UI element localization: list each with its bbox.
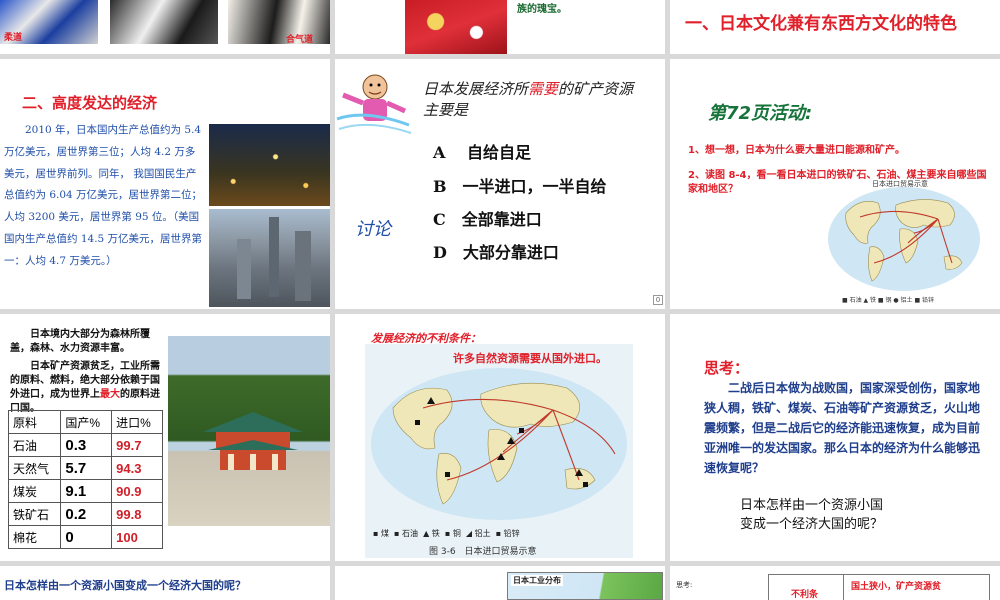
table-cell-domestic: 0.3 <box>60 433 113 457</box>
table-cell-domestic: 0 <box>60 525 113 549</box>
table-row: 煤炭 9.1 90.9 <box>7 479 163 503</box>
resources-mineral-text: 日本矿产资源贫乏，工业所需的原料、燃料，绝大部分依赖于国外进口，成为世界上最大的… <box>10 360 168 416</box>
table-row: 石油 0.3 99.7 <box>7 433 163 457</box>
judo-photo-middle <box>110 0 218 44</box>
slide-culture: 一、日本文化兼有东西方文化的特色 <box>670 0 1000 54</box>
kimono-photo <box>405 0 507 54</box>
table-cell-material: 铁矿石 <box>7 502 62 526</box>
industry-map-title: 日本工业分布 <box>511 575 563 586</box>
table-cell-import: 99.8 <box>111 502 163 526</box>
option-b[interactable]: B 一半进口，一半自给 <box>433 173 607 197</box>
culture-title: 一、日本文化兼有东西方文化的特色 <box>685 14 957 34</box>
table-cell-material: 煤炭 <box>7 479 62 503</box>
import-trade-map-small <box>828 187 980 291</box>
table-cell-import: 99.7 <box>111 433 163 457</box>
table-row: 天然气 5.7 94.3 <box>7 456 163 480</box>
table-cell-domestic: 0.2 <box>60 502 113 526</box>
transformation-question: 日本怎样由一个资源小国变成一个经济大国的呢？ <box>4 579 246 592</box>
slide-unfavorable: 发展经济的不利条件： 许多自然资源需要从国外进口。 ▪ 煤 ▪ 石油 ▲ 铁 ▪… <box>335 314 665 561</box>
mineral-keyword: 最大 <box>100 389 120 400</box>
judo-caption: 柔道 <box>4 33 23 43</box>
slide-economy: 二、高度发达的经济 2010 年，日本国内生产总值约为 5.4 万亿美元，居世界… <box>0 59 330 309</box>
question-keyword: 需要 <box>528 80 559 98</box>
slide-resources: 日本境内大部分为森林所覆盖，森林、水力资源丰富。 日本矿产资源贫乏，工业所需的原… <box>0 314 330 561</box>
table-row: 棉花 0 100 <box>7 525 163 549</box>
treasure-text: 族的瑰宝。 <box>517 4 567 15</box>
table-cell-material: 天然气 <box>7 456 62 480</box>
activity-question-1: 1、想一想，日本为什么要大量进口能源和矿产。 <box>688 145 905 156</box>
map-caption: 图 3-6 日本进口贸易示意 <box>429 547 537 557</box>
city-night-photo <box>209 124 330 206</box>
activity-title: 第72页活动: <box>708 103 813 124</box>
table-header: 国产% <box>60 410 113 434</box>
discussion-question: 日本发展经济所需要的矿产资源主要是 <box>423 79 638 121</box>
resources-forest-text: 日本境内大部分为森林所覆盖，森林、水力资源丰富。 <box>10 329 150 354</box>
thinking-question-line-1: 日本怎样由一个资源小国 <box>740 498 884 513</box>
compare-divider <box>843 575 844 600</box>
table-cell-domestic: 5.7 <box>60 456 113 480</box>
ore-import-table: 原料 国产% 进口% 石油 0.3 99.7 天然气 5.7 94.3 煤炭 9… <box>7 410 163 549</box>
compare-cell-right: 国土狭小，矿产资源贫 <box>851 582 942 592</box>
aikido-photo <box>228 0 330 44</box>
compare-table: 不利条 国土狭小，矿产资源贫 <box>768 574 990 600</box>
table-header-row: 原料 国产% 进口% <box>7 410 163 434</box>
option-c[interactable]: C 全部靠进口 <box>433 206 542 230</box>
activity-map-legend: ■ 石油 ▲ 铁 ■ 钢 ● 铝土 ■ 铅锌 <box>842 297 935 304</box>
slide-judo: 柔道 合气道 <box>0 0 330 54</box>
table-cell-import: 100 <box>111 525 163 549</box>
building-shape <box>237 239 251 299</box>
table-cell-import: 94.3 <box>111 456 163 480</box>
table-header: 进口% <box>111 410 163 434</box>
pagoda-shape <box>203 412 303 470</box>
slide-kimono: 族的瑰宝。 <box>335 0 665 54</box>
table-cell-import: 90.9 <box>111 479 163 503</box>
building-shape <box>269 217 279 297</box>
import-trade-map-large <box>371 368 627 520</box>
building-shape <box>295 231 311 301</box>
table-cell-material: 棉花 <box>7 525 62 549</box>
compare-cell-left: 不利条 <box>791 590 819 600</box>
table-cell-material: 石油 <box>7 433 62 457</box>
economy-body: 2010 年，日本国内生产总值约为 5.4 万亿美元，居世界第三位；人均 4.2… <box>4 124 203 267</box>
industry-map-panel: 日本工业分布 <box>507 572 663 600</box>
city-day-photo <box>209 209 330 307</box>
aikido-caption: 合气道 <box>286 35 314 45</box>
table-cell-domestic: 9.1 <box>60 479 113 503</box>
slide-activity: 第72页活动: 1、想一想，日本为什么要大量进口能源和矿产。 2、读图 8-4，… <box>670 59 1000 309</box>
slide-discussion: 日本发展经济所需要的矿产资源主要是 讨论 A 自给自足 B 一半进口，一半自给 … <box>335 59 665 309</box>
thinking-title: 思考： <box>704 359 750 377</box>
thinking-body: 二战后日本做为战败国，国家深受创伤，国家地狭人稠，铁矿、煤炭、石油等矿产资源贫乏… <box>704 381 981 475</box>
option-a[interactable]: A 自给自足 <box>433 139 531 163</box>
table-row: 铁矿石 0.2 99.8 <box>7 502 163 526</box>
table-header: 原料 <box>7 410 62 434</box>
question-part: 日本发展经济所 <box>423 80 529 98</box>
cartoon-teacher-icon <box>336 74 412 134</box>
slide-compare: 思考: 不利条 国土狭小，矿产资源贫 <box>670 566 1000 600</box>
option-d[interactable]: D 大部分靠进口 <box>433 239 559 263</box>
slide-question: 日本怎样由一个资源小国变成一个经济大国的呢？ <box>0 566 330 600</box>
map-legend: ▪ 煤 ▪ 石油 ▲ 铁 ▪ 铜 ◢ 铝土 ▪ 铅锌 <box>373 529 520 538</box>
import-map-panel: 许多自然资源需要从国外进口。 ▪ 煤 ▪ 石油 ▲ 铁 ▪ 铜 ◢ 铝土 ▪ 铅… <box>365 344 633 558</box>
slide-industry-map: 日本工业分布 <box>335 566 665 600</box>
temple-photo <box>168 336 330 526</box>
economy-title: 二、高度发达的经济 <box>22 94 158 112</box>
compare-label: 思考: <box>676 581 693 589</box>
slide-thinking: 思考： 二战后日本做为战败国，国家深受创伤，国家地狭人稠，铁矿、煤炭、石油等矿产… <box>670 314 1000 561</box>
page-number-badge: 0 <box>653 295 663 305</box>
thinking-question-line-2: 变成一个经济大国的呢？ <box>740 517 884 532</box>
discussion-label: 讨论 <box>355 219 391 240</box>
